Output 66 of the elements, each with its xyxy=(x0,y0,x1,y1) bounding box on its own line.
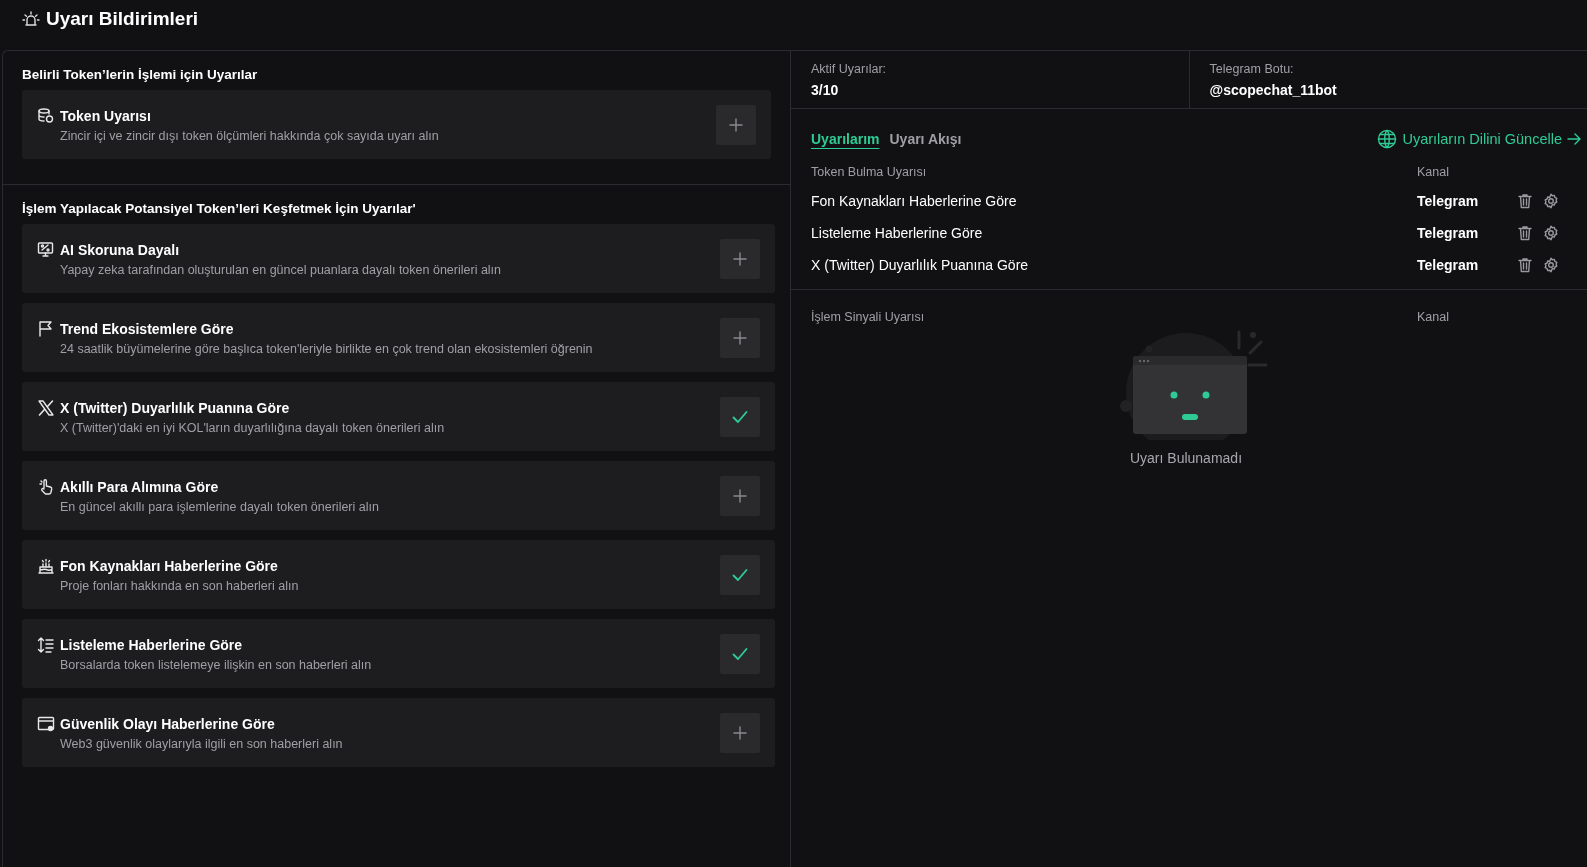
add-button[interactable] xyxy=(720,238,760,279)
stat-value: 3/10 xyxy=(811,82,840,98)
add-button[interactable] xyxy=(720,317,760,358)
arrow-right-icon xyxy=(1567,132,1581,146)
table-cell-text: Telegram xyxy=(1417,257,1480,273)
settings-icon xyxy=(1543,225,1559,241)
plus-icon xyxy=(733,488,747,503)
column-header: İşlem Sinyali Uyarısı xyxy=(811,310,926,324)
empty-message: Uyarı Bulunamadı xyxy=(1129,450,1243,466)
alert-description: Proje fonları hakkında en son haberleri alın xyxy=(60,578,299,593)
table-cell-text: Telegram xyxy=(1417,225,1480,241)
trash-icon xyxy=(1517,257,1533,273)
pointing-hand-icon xyxy=(37,477,55,496)
alert-title: Akıllı Para Alımına Göre xyxy=(60,478,219,495)
page-title: Uyarı Bildirimleri xyxy=(46,8,199,30)
section-title: İşlem Yapılacak Potansiyel Token’leri Keşfetmek İçin Uyarılar' xyxy=(22,201,417,216)
table-cell-text: Listeleme Haberlerine Göre xyxy=(811,225,984,241)
plus-icon xyxy=(733,251,747,266)
alert-title: Fon Kaynakları Haberlerine Göre xyxy=(60,557,278,574)
alert-title: AI Skoruna Dayalı xyxy=(60,241,180,258)
alert-title: Listeleme Haberlerine Göre xyxy=(60,636,243,653)
plus-icon xyxy=(733,330,747,345)
coins-icon xyxy=(37,106,55,125)
alert-description: 24 saatlik büyümelerine göre başlıca token'leriyle birlikte en çok trend olan ekosistemleri öğrenin xyxy=(60,341,593,356)
globe-icon xyxy=(1377,129,1398,149)
subscribed-button[interactable] xyxy=(720,396,760,437)
add-button[interactable] xyxy=(720,712,760,753)
monitor-icon xyxy=(37,240,55,259)
alert-description: Web3 güvenlik olaylarıyla ilgili en son haberleri alın xyxy=(60,736,343,751)
alert-description: Yapay zeka tarafından oluşturulan en güncel puanlara dayalı token önerileri alın xyxy=(60,262,502,277)
x-logo-icon xyxy=(37,398,55,417)
settings-icon xyxy=(1543,257,1559,273)
alert-title: X (Twitter) Duyarlılık Puanına Göre xyxy=(60,399,290,416)
alert-title: Trend Ekosistemlere Göre xyxy=(60,320,234,337)
column-header: Token Bulma Uyarısı xyxy=(811,165,928,179)
alert-description: En güncel akıllı para işlemlerine dayalı token önerileri alın xyxy=(60,499,379,514)
subscribed-button[interactable] xyxy=(720,554,760,595)
add-button[interactable] xyxy=(720,475,760,516)
alert-description: X (Twitter)'daki en iyi KOL'ların duyarlılığına dayalı token önerileri alın xyxy=(60,420,445,435)
stat-label: Telegram Botu: xyxy=(1209,62,1295,76)
trash-icon xyxy=(1517,193,1533,209)
subscribed-button[interactable] xyxy=(720,633,760,674)
column-header: Kanal xyxy=(1417,310,1449,324)
table-cell-text: Telegram xyxy=(1417,193,1480,209)
sort-list-icon xyxy=(37,635,55,654)
table-cell-text: Fon Kaynakları Haberlerine Göre xyxy=(811,193,1018,209)
alert-description: Borsalarda token listelemeye ilişkin en son haberleri alın xyxy=(60,657,372,672)
table-cell-text: X (Twitter) Duyarlılık Puanına Göre xyxy=(811,257,1030,273)
stat-label: Aktif Uyarılar: xyxy=(811,62,887,76)
column-header: Kanal xyxy=(1417,165,1449,179)
flag-icon xyxy=(37,319,55,338)
tab[interactable]: Uyarı Akışı xyxy=(889,131,962,147)
alert-title: Güvenlik Olayı Haberlerine Göre xyxy=(60,715,275,732)
cake-icon xyxy=(37,556,55,575)
alert-title: Token Uyarısı xyxy=(60,107,151,124)
add-button[interactable] xyxy=(716,104,756,145)
alarm-icon xyxy=(22,10,40,28)
trash-icon xyxy=(1517,225,1533,241)
plus-icon xyxy=(733,725,747,740)
section-title: Belirli Token’lerin İşlemi için Uyarılar xyxy=(22,67,259,82)
settings-icon xyxy=(1543,193,1559,209)
stat-value: @scopechat_11bot xyxy=(1209,82,1338,98)
update-language-link[interactable]: Uyarıların Dilini Güncelle xyxy=(1377,129,1581,149)
alert-description: Zincir içi ve zincir dışı token ölçümleri hakkında çok sayıda uyarı alın xyxy=(60,128,439,143)
tab[interactable]: Uyarılarım xyxy=(811,131,880,147)
plus-icon xyxy=(729,117,743,132)
